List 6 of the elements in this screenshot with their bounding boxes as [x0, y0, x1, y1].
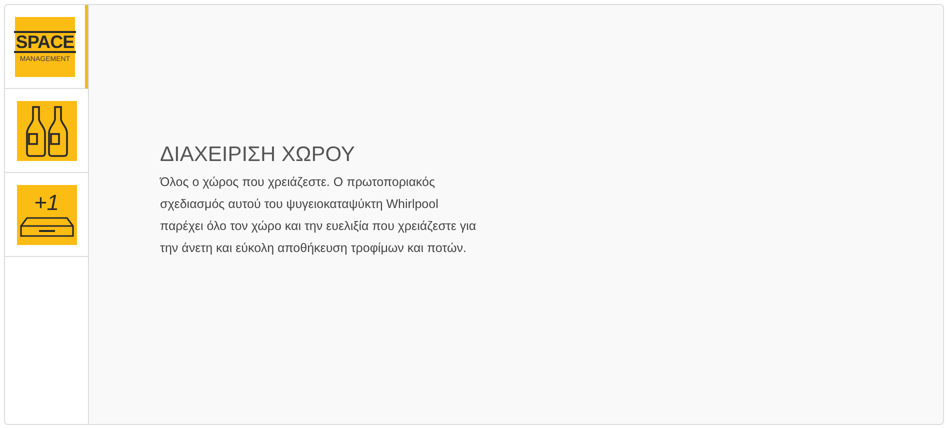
bottles-icon [16, 100, 76, 160]
drawer-icon [18, 216, 74, 238]
feature-title: ΔΙΑΧΕΙΡΙΣΗ ΧΩΡΟΥ [160, 142, 356, 168]
logo-word: SPACE [14, 30, 76, 52]
plus-one-label: +1 [34, 192, 60, 214]
feature-description: Όλος ο χώρος που χρειάζεστε. Ο πρωτοποριακός σχεδιασμός αυτού του ψυγειοκαταψύκτη Whirlpool παρέχει όλο τον χώρο και την ευελιξία που χρειάζεστε για την άνετη και εύκολη αποθήκευση τροφίμων και ποτών. [160, 174, 478, 257]
